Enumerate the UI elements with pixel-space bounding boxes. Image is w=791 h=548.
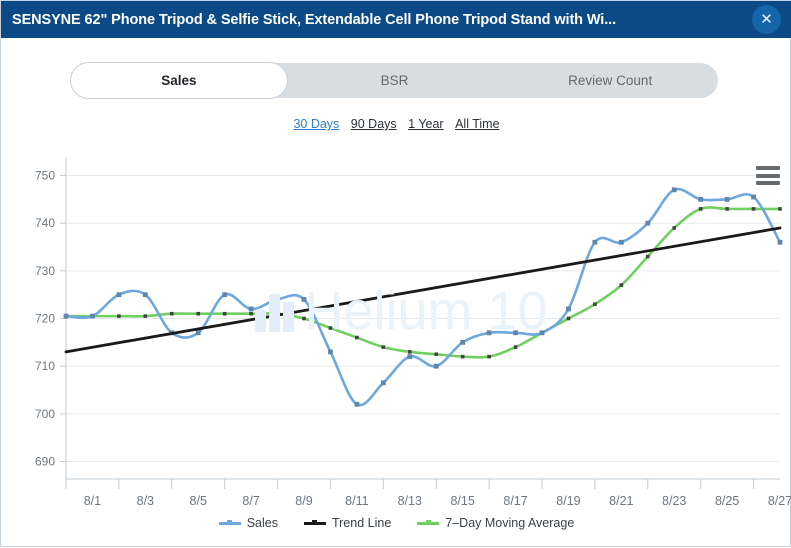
svg-text:730: 730 — [35, 264, 55, 278]
svg-text:750: 750 — [35, 169, 55, 183]
svg-text:8/19: 8/19 — [556, 494, 580, 508]
svg-text:8/1: 8/1 — [84, 494, 101, 508]
date-range-selector: 30 Days 90 Days 1 Year All Time — [1, 117, 791, 131]
svg-text:8/21: 8/21 — [609, 494, 633, 508]
svg-text:740: 740 — [35, 216, 55, 230]
svg-text:700: 700 — [35, 407, 55, 421]
range-1-year[interactable]: 1 Year — [408, 117, 443, 131]
tab-sales[interactable]: Sales — [71, 63, 287, 98]
svg-text:8/3: 8/3 — [137, 494, 154, 508]
tab-review-count[interactable]: Review Count — [502, 63, 718, 98]
svg-text:710: 710 — [35, 359, 55, 373]
range-90-days[interactable]: 90 Days — [351, 117, 397, 131]
svg-text:8/7: 8/7 — [242, 494, 259, 508]
svg-text:8/5: 8/5 — [190, 494, 207, 508]
legend-label-sales: Sales — [246, 516, 278, 530]
close-icon[interactable]: ✕ — [752, 5, 781, 34]
range-30-days[interactable]: 30 Days — [293, 117, 339, 131]
page-title: SENSYNE 62" Phone Tripod & Selfie Stick,… — [12, 11, 617, 28]
svg-text:8/25: 8/25 — [715, 494, 739, 508]
legend-swatch-sales — [218, 518, 241, 528]
y-axis-label: Values — [0, 390, 1, 426]
legend-swatch-moving-average — [417, 518, 440, 528]
legend-item-moving-average[interactable]: 7–Day Moving Average — [417, 516, 574, 530]
svg-text:690: 690 — [35, 454, 55, 468]
legend-label-moving-average: 7–Day Moving Average — [445, 516, 575, 530]
product-chart-modal: SENSYNE 62" Phone Tripod & Selfie Stick,… — [0, 0, 791, 547]
svg-text:8/23: 8/23 — [662, 494, 686, 508]
range-all-time[interactable]: All Time — [455, 117, 499, 131]
tab-bsr[interactable]: BSR — [287, 63, 503, 98]
svg-text:8/9: 8/9 — [295, 494, 312, 508]
chart-legend: Sales Trend Line 7–Day Moving Average — [1, 516, 791, 530]
svg-text:8/11: 8/11 — [345, 494, 368, 508]
legend-item-sales[interactable]: Sales — [218, 516, 278, 530]
chart-plot-area: 690 700 710 720 730 740 750 8/1 8/3 8/5 8/7 8/9 8/11… — [35, 158, 791, 508]
metric-tab-group: Sales BSR Review Count — [71, 63, 718, 98]
svg-text:720: 720 — [35, 312, 55, 326]
legend-label-trend-line: Trend Line — [331, 516, 392, 530]
sales-chart: Helium 10 690 700 710 720 730 740 750 8/1 8/3 8/5… — [0, 141, 791, 548]
legend-item-trend-line[interactable]: Trend Line — [303, 516, 392, 530]
svg-text:8/27: 8/27 — [768, 494, 791, 508]
hamburger-menu-icon[interactable] — [756, 166, 780, 185]
svg-text:8/13: 8/13 — [398, 494, 422, 508]
legend-swatch-trend-line — [303, 518, 326, 528]
modal-title-bar: SENSYNE 62" Phone Tripod & Selfie Stick,… — [1, 1, 791, 38]
svg-text:8/17: 8/17 — [503, 494, 527, 508]
svg-text:8/15: 8/15 — [450, 494, 474, 508]
